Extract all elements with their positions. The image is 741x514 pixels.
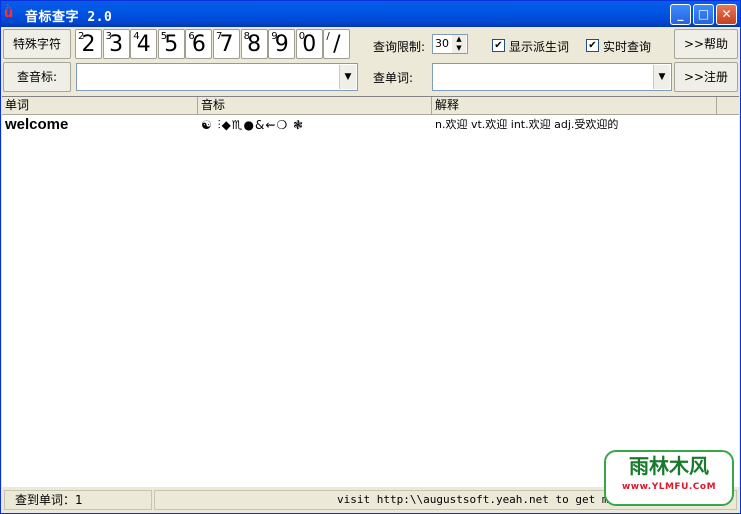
phonetic-combo[interactable]: ▼ [76,63,358,91]
spin-up-icon[interactable]: ▲ [452,35,466,44]
special-char-key[interactable]: 44 [130,29,158,59]
special-char-key[interactable]: 00 [295,29,323,59]
key-superscript: 3 [105,31,112,42]
query-limit-label: 查询限制: [373,40,426,54]
phonetic-dropdown-icon[interactable]: ▼ [339,65,356,89]
special-char-key[interactable]: 77 [213,29,240,59]
minimize-icon: _ [677,7,684,21]
special-chars-button[interactable]: 特殊字符 [3,29,71,59]
minimize-button[interactable]: _ [670,4,691,25]
special-char-key[interactable]: 99 [268,29,296,59]
column-header-meaning[interactable]: 解释 [432,97,717,114]
column-header-word[interactable]: 单词 [2,97,198,114]
key-superscript: 4 [133,31,140,42]
special-char-key[interactable]: 55 [157,29,185,59]
close-icon: ✕ [721,7,732,21]
key-superscript: 2 [78,31,85,42]
key-superscript: 5 [160,31,168,42]
watermark-title: 雨林木风 [629,454,709,478]
maximize-button[interactable]: □ [693,4,714,25]
row-meaning: n.欢迎 vt.欢迎 int.欢迎 adj.受欢迎的 [435,118,619,131]
query-limit-value: 30 [435,37,449,50]
key-glyph: / [333,32,341,57]
realtime-checkbox[interactable]: ✔ [586,39,599,52]
word-dropdown-icon[interactable]: ▼ [653,65,670,89]
special-char-key[interactable]: 22 [75,29,102,59]
search-word-label: 查单词: [373,71,414,85]
register-button[interactable]: >>注册 [674,62,738,92]
list-header: 单词 音标 解释 [2,97,739,115]
key-superscript: / [326,31,330,42]
show-derived-label: 显示派生词 [509,40,570,54]
special-char-key[interactable]: 88 [240,29,268,59]
key-superscript: 6 [188,31,195,42]
row-word: welcome [5,116,69,133]
key-superscript: 9 [271,31,278,42]
special-char-key[interactable]: 33 [102,29,130,59]
main-window: ǜ 音标查字 2.0 _ □ ✕ 特殊字符 223344556677889900… [0,0,741,514]
row-phonetic: ☯ ⫶◆♏●&⇜❍ ❃ [201,118,305,132]
close-button[interactable]: ✕ [716,4,737,25]
special-char-key[interactable]: 66 [185,29,213,59]
show-derived-checkbox[interactable]: ✔ [492,39,505,52]
help-button[interactable]: >>帮助 [674,29,738,59]
key-superscript: 7 [216,31,223,42]
table-row[interactable]: welcome ☯ ⫶◆♏●&⇜❍ ❃ n.欢迎 vt.欢迎 int.欢迎 ad… [2,115,739,135]
key-superscript: 8 [243,31,250,42]
search-phonetic-button[interactable]: 查音标: [3,62,71,92]
word-combo[interactable]: ▼ [432,63,672,91]
column-header-phonetic[interactable]: 音标 [198,97,432,114]
status-count: 查到单词：1 [4,490,152,510]
results-list[interactable]: 单词 音标 解释 welcome ☯ ⫶◆♏●&⇜❍ ❃ n.欢迎 vt.欢迎 … [2,96,739,487]
special-char-key[interactable]: / / [323,29,351,59]
maximize-icon: □ [697,7,710,21]
key-superscript: 0 [298,31,306,42]
app-icon[interactable]: ǜ [4,6,20,22]
realtime-label: 实时查询 [603,40,652,54]
watermark-logo: 雨林木风 www.YLMFU.CoM [604,450,734,506]
spin-down-icon[interactable]: ▼ [452,44,466,53]
query-limit-spinner[interactable]: 30 ▲ ▼ [432,34,468,54]
window-title: 音标查字 2.0 [25,10,113,25]
watermark-subtitle: www.YLMFU.CoM [621,482,717,492]
